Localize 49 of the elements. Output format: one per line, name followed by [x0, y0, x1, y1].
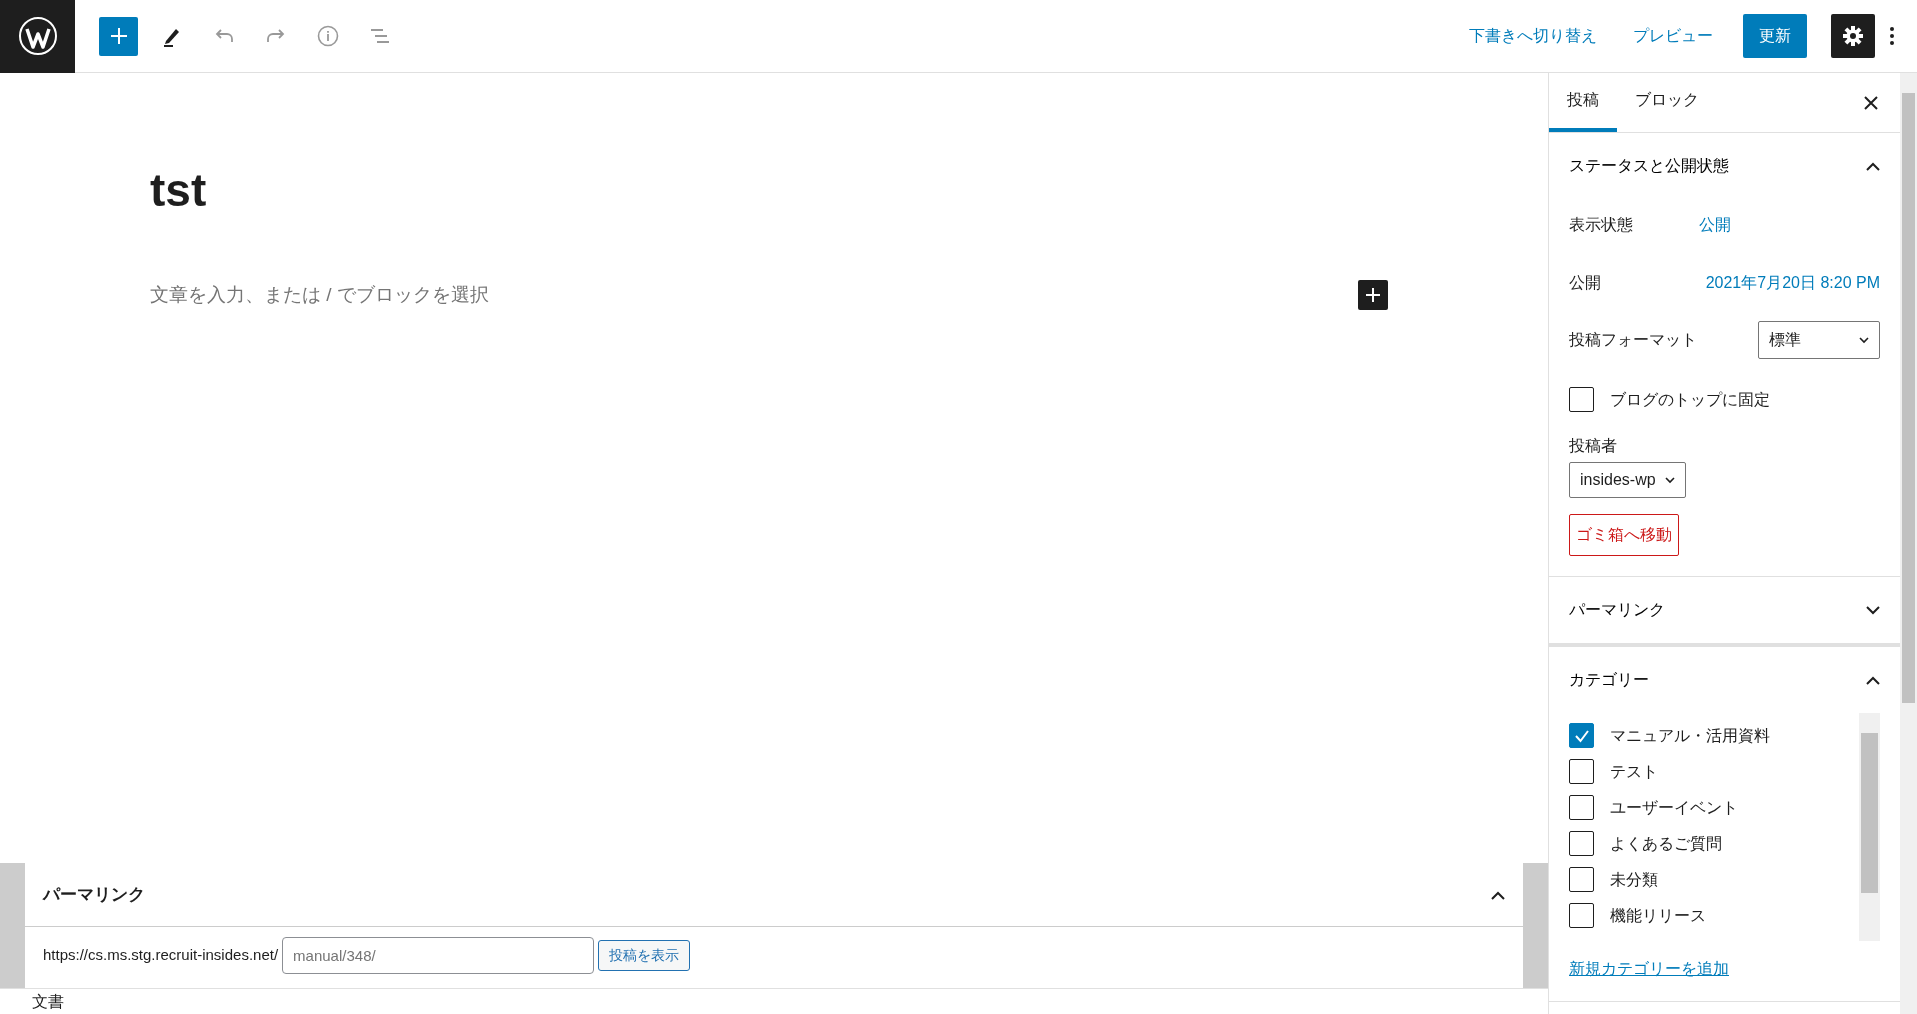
slug-input-field[interactable]: manual/348/ [282, 937, 595, 974]
checkbox[interactable] [1569, 831, 1594, 856]
checkbox[interactable] [1569, 903, 1594, 928]
category-label: マニュアル・活用資料 [1610, 725, 1770, 746]
add-category-link[interactable]: 新規カテゴリーを追加 [1569, 957, 1729, 981]
panel-header[interactable]: ステータスと公開状態 [1549, 133, 1900, 199]
category-label: テスト [1610, 761, 1658, 782]
add-block-button[interactable] [1358, 280, 1388, 311]
sidebar-tab[interactable]: 投稿 [1549, 73, 1617, 132]
preview-button[interactable]: プレビュー [1619, 16, 1727, 56]
breadcrumb[interactable]: 文書 [32, 989, 64, 1014]
panel-header[interactable]: カテゴリー [1549, 647, 1900, 713]
post-title[interactable]: tst [150, 163, 1548, 219]
format-select[interactable]: 標準 [1758, 321, 1880, 359]
scrollbar[interactable] [1900, 73, 1917, 1014]
metabox-title: パーマリンク [43, 883, 145, 906]
chevron-down-icon [1859, 336, 1869, 344]
sidebar-tab[interactable]: ブロック [1617, 73, 1717, 132]
metabox-header[interactable]: パーマリンク [25, 863, 1523, 927]
wordpress-logo-icon[interactable] [17, 16, 58, 56]
checkbox[interactable] [1569, 759, 1594, 784]
category-label: 機能リリース [1610, 905, 1706, 926]
category-label: 未分類 [1610, 869, 1658, 890]
panel-header[interactable]: パーマリンク [1549, 577, 1900, 643]
checkbox[interactable] [1569, 795, 1594, 820]
checkbox[interactable] [1569, 867, 1594, 892]
field-label: 投稿フォーマット [1569, 330, 1697, 350]
checkbox[interactable] [1569, 387, 1594, 412]
scrollbar[interactable] [1859, 713, 1880, 941]
view-post-button[interactable]: 投稿を表示 [598, 940, 691, 971]
plus-icon [108, 26, 129, 46]
field-label: 表示状態 [1569, 215, 1634, 235]
category-label: ユーザーイベント [1610, 797, 1738, 818]
paragraph-placeholder[interactable]: 文章を入力、または / でブロックを選択 [150, 280, 489, 310]
plus-icon [1365, 287, 1381, 304]
checkbox[interactable] [1569, 723, 1594, 748]
visibility-link[interactable]: 公開 [1699, 213, 1731, 237]
category-label: よくあるご質問 [1610, 833, 1722, 854]
publish-date-link[interactable]: 2021年7月20日 8:20 PM [1705, 271, 1880, 295]
settings-button[interactable] [1831, 14, 1875, 58]
move-to-trash-button[interactable]: ゴミ箱へ移動 [1569, 514, 1679, 556]
chevron-down-icon [1665, 476, 1675, 484]
update-button[interactable]: 更新 [1743, 14, 1807, 58]
author-select[interactable]: insides-wp [1569, 462, 1686, 498]
field-label: 投稿者 [1569, 436, 1618, 456]
permalink-base-url: https://cs.ms.stg.recruit-insides.net/ [43, 945, 279, 966]
switch-to-draft-button[interactable]: 下書きへ切り替え [1455, 16, 1611, 56]
checkbox-label: ブログのトップに固定 [1610, 389, 1770, 410]
field-label: 公開 [1569, 273, 1601, 293]
